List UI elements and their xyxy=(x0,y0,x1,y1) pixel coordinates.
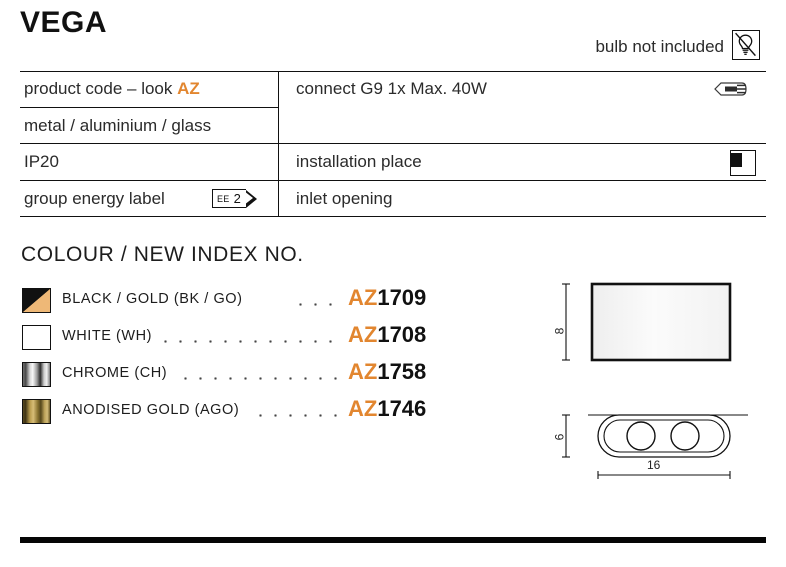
energy-label-badge-text: EE xyxy=(217,193,230,204)
energy-label-badge-box: EE 2 xyxy=(212,189,246,208)
side-view-height-label: 8 xyxy=(552,327,567,335)
installation-place-icon xyxy=(730,150,756,176)
colour-section-heading: COLOUR / NEW INDEX NO. xyxy=(21,243,304,266)
colour-code: AZ1708 xyxy=(348,322,426,348)
table-rule-top xyxy=(20,71,766,73)
table-rule-mid2 xyxy=(20,143,766,145)
spec-product-code: product code – look AZ xyxy=(24,79,200,99)
product-spec-sheet: VEGA bulb not included product code – lo… xyxy=(0,0,786,567)
spec-inlet-opening: inlet opening xyxy=(296,189,393,208)
bulb-not-included-label: bulb not included xyxy=(595,37,724,56)
spec-connection: connect G9 1x Max. 40W xyxy=(296,79,487,98)
colour-code: AZ1746 xyxy=(348,396,426,422)
colour-code-prefix: AZ xyxy=(348,396,378,421)
energy-label-badge: EE 2 xyxy=(212,189,257,208)
spec-installation-place: installation place xyxy=(296,152,422,171)
g9-bulb-icon xyxy=(712,80,752,103)
bottom-view-drawing xyxy=(552,393,767,488)
colour-code-prefix: AZ xyxy=(348,285,378,310)
spec-ip-rating: IP20 xyxy=(24,152,59,171)
colour-code: AZ1758 xyxy=(348,359,426,385)
spec-product-code-accent: AZ xyxy=(177,79,200,98)
spec-materials: metal / aluminium / glass xyxy=(24,116,212,135)
colour-code-prefix: AZ xyxy=(348,322,378,347)
leader-dots xyxy=(293,303,341,306)
colour-swatch-white xyxy=(22,325,51,350)
colour-name: CHROME (CH) xyxy=(62,365,168,381)
table-rule-bottom xyxy=(20,216,766,218)
energy-label-arrow-icon xyxy=(244,189,257,208)
colour-name: ANODISED GOLD (AGO) xyxy=(62,402,240,418)
colour-name: WHITE (WH) xyxy=(62,328,153,344)
energy-label-badge-value: 2 xyxy=(233,191,241,206)
bottom-view-height-label: 6 xyxy=(552,433,567,441)
colour-name: BLACK / GOLD (BK / GO) xyxy=(62,291,243,307)
colour-code-number: 1758 xyxy=(377,359,427,384)
leader-dots xyxy=(158,340,341,343)
table-rule-mid1 xyxy=(20,107,278,109)
colour-code-number: 1746 xyxy=(377,396,427,421)
colour-swatch-chrome xyxy=(22,362,51,387)
footer-divider xyxy=(20,537,766,543)
bottom-view-width-label: 16 xyxy=(647,458,661,472)
page-title: VEGA xyxy=(20,6,108,39)
colour-code-number: 1708 xyxy=(377,322,427,347)
side-view-drawing xyxy=(552,275,767,375)
spec-energy-label: group energy label xyxy=(24,189,165,208)
leader-dots xyxy=(178,377,341,380)
table-rule-mid3 xyxy=(20,180,766,182)
colour-code-number: 1709 xyxy=(377,285,427,310)
colour-code-prefix: AZ xyxy=(348,359,378,384)
table-column-divider xyxy=(278,71,280,217)
leader-dots xyxy=(253,414,341,417)
colour-swatch-black-gold xyxy=(22,288,51,313)
colour-swatch-anodised-gold xyxy=(22,399,51,424)
spec-product-code-label: product code – look xyxy=(24,79,178,98)
colour-code: AZ1709 xyxy=(348,285,426,311)
bulb-not-included-icon xyxy=(732,30,760,60)
installation-place-icon-block xyxy=(731,153,742,167)
